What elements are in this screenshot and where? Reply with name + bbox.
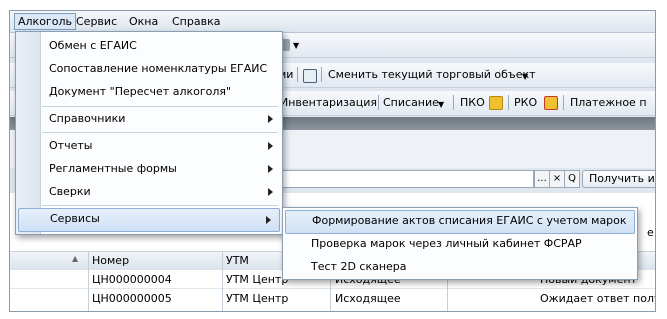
separator xyxy=(563,95,564,110)
select-button[interactable]: ... xyxy=(534,170,550,188)
menu-item-label: Сервисы xyxy=(50,212,100,225)
submenu-arrow-icon xyxy=(268,165,273,173)
menu-item-reports[interactable]: Отчеты xyxy=(41,135,281,157)
rko-button[interactable]: РКО xyxy=(514,96,537,109)
column-divider xyxy=(88,251,89,311)
cell-number: ЦН000000004 xyxy=(92,273,172,286)
writeoff-button[interactable]: Списание xyxy=(383,96,439,109)
menu-windows[interactable]: Окна xyxy=(126,14,161,29)
cell-utm: УТМ Центр xyxy=(226,273,289,286)
menu-item-egais-exchange[interactable]: Обмен с ЕГАИС xyxy=(41,35,281,57)
menu-separator xyxy=(42,106,278,107)
menu-item-reconciliations[interactable]: Сверки xyxy=(41,181,281,203)
search-icon[interactable]: Q xyxy=(564,170,580,188)
clear-icon[interactable]: × xyxy=(549,170,565,188)
menu-item-label: Справочники xyxy=(49,112,126,125)
pko-button[interactable]: ПКО xyxy=(460,96,485,109)
services-submenu: Формирование актов списания ЕГАИС с учет… xyxy=(282,207,638,280)
menu-item-recount-document[interactable]: Документ "Пересчет алкоголя" xyxy=(41,81,281,103)
list-icon[interactable] xyxy=(303,69,317,83)
menu-item-label: Отчеты xyxy=(49,139,93,152)
menu-bar: Алкоголь Сервис Окна Справка xyxy=(10,11,655,33)
menu-item-directories[interactable]: Справочники xyxy=(41,108,281,130)
cell-status: Ожидает ответ получ xyxy=(540,292,656,305)
separator xyxy=(378,95,379,110)
menu-help[interactable]: Справка xyxy=(169,14,223,29)
menu-service[interactable]: Сервис xyxy=(73,14,120,29)
inventory-button[interactable]: Инвентаризация xyxy=(280,96,377,109)
menu-item-nomenclature-matching[interactable]: Сопоставление номенклатуры ЕГАИС xyxy=(41,58,281,80)
separator xyxy=(453,95,454,110)
menu-item-check-marks-fsrar[interactable]: Проверка марок через личный кабинет ФСРА… xyxy=(285,233,636,255)
submenu-arrow-icon xyxy=(268,188,273,196)
cell-direction: Исходящее xyxy=(335,292,401,305)
separator xyxy=(321,67,322,82)
column-fragment: е xyxy=(647,226,654,239)
menu-alcohol[interactable]: Алкоголь xyxy=(14,13,76,30)
dropdown-arrow-icon[interactable]: ▼ xyxy=(522,72,528,81)
menu-separator xyxy=(42,132,278,133)
menu-item-label: Сверки xyxy=(49,185,91,198)
submenu-arrow-icon xyxy=(266,216,271,224)
dropdown-arrow-icon[interactable]: ▼ xyxy=(293,41,299,50)
menu-item-services[interactable]: Сервисы xyxy=(18,208,280,232)
get-info-button[interactable]: Получить ин xyxy=(582,170,655,188)
column-utm[interactable]: УТМ xyxy=(226,254,249,267)
menu-separator xyxy=(42,205,278,206)
menu-item-test-2d-scanner[interactable]: Тест 2D сканера xyxy=(285,256,636,278)
separator xyxy=(508,95,509,110)
menu-item-regulated-forms[interactable]: Регламентные формы xyxy=(41,158,281,180)
menu-item-writeoff-acts[interactable]: Формирование актов списания ЕГАИС с учет… xyxy=(285,210,635,234)
cell-utm: УТМ Центр xyxy=(226,292,289,305)
search-input[interactable] xyxy=(278,170,534,188)
change-object-button[interactable]: Сменить текущий торговый объект xyxy=(328,68,536,81)
coins-icon[interactable] xyxy=(489,96,503,110)
menu-item-label: Регламентные формы xyxy=(49,162,177,175)
alcohol-menu: Обмен с ЕГАИС Сопоставление номенклатуры… xyxy=(15,31,283,235)
table-row[interactable]: ЦН000000005 УТМ Центр Исходящее Ожидает … xyxy=(10,289,655,307)
sort-arrow-icon[interactable]: ▲ xyxy=(72,254,78,263)
column-divider xyxy=(222,251,223,311)
separator xyxy=(297,67,298,82)
dropdown-arrow-icon[interactable]: ▼ xyxy=(438,100,444,109)
menu-icon-strip xyxy=(16,32,41,234)
column-number[interactable]: Номер xyxy=(92,254,129,267)
payment-button[interactable]: Платежное п xyxy=(570,96,647,109)
submenu-arrow-icon xyxy=(268,115,273,123)
submenu-arrow-icon xyxy=(268,142,273,150)
coins-out-icon[interactable] xyxy=(544,96,558,110)
cell-number: ЦН000000005 xyxy=(92,292,172,305)
